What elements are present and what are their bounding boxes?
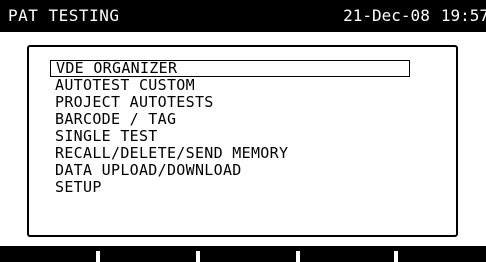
menu-item-vde-organizer[interactable]: VDE ORGANIZER [50,60,410,77]
main-menu-list: VDE ORGANIZER AUTOTEST CUSTOM PROJECT AU… [50,60,410,196]
softkey-5[interactable] [398,246,486,262]
date-readout: 21-Dec-08 [343,6,430,25]
softkey-1[interactable] [0,246,95,262]
menu-item-barcode-tag[interactable]: BARCODE / TAG [50,111,410,128]
menu-item-project-autotests[interactable]: PROJECT AUTOTESTS [50,94,410,111]
date-time-readout: 21-Dec-08 19:57 [343,0,486,32]
menu-item-data-upload-download[interactable]: DATA UPLOAD/DOWNLOAD [50,162,410,179]
instrument-screen: PAT TESTING 21-Dec-08 19:57 VDE ORGANIZER… [0,0,486,262]
screen-title: PAT TESTING [8,6,120,25]
softkey-2[interactable] [100,246,195,262]
menu-item-recall-delete-send-memory[interactable]: RECALL/DELETE/SEND MEMORY [50,145,410,162]
softkey-bar [0,246,486,262]
time-readout: 19:57 [440,6,486,25]
main-menu-panel: VDE ORGANIZER AUTOTEST CUSTOM PROJECT AU… [27,45,458,237]
menu-item-setup[interactable]: SETUP [50,179,410,196]
softkey-3[interactable] [200,246,295,262]
softkey-4[interactable] [300,246,393,262]
menu-item-autotest-custom[interactable]: AUTOTEST CUSTOM [50,77,410,94]
title-bar: PAT TESTING 21-Dec-08 19:57 [0,0,486,32]
menu-item-single-test[interactable]: SINGLE TEST [50,128,410,145]
